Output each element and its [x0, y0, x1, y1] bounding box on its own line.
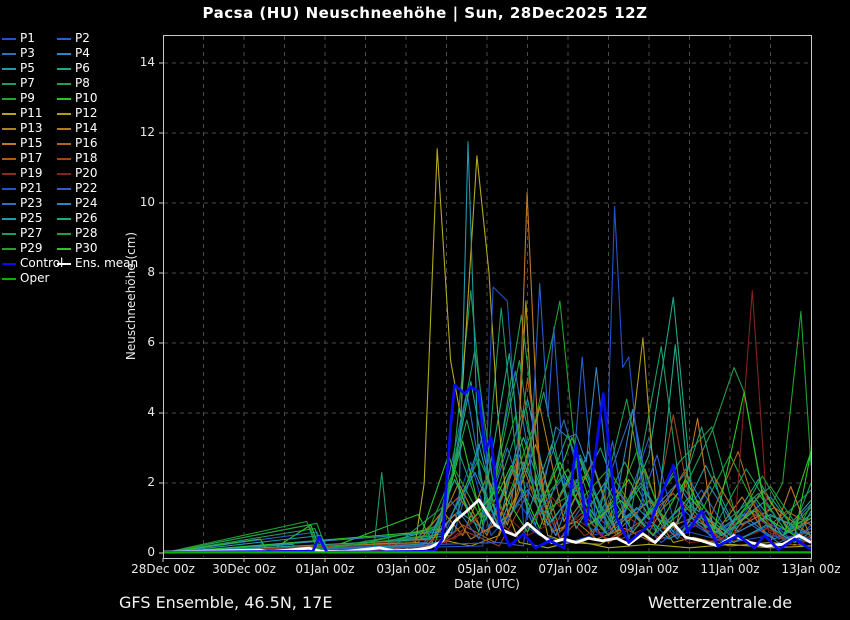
y-tick-14: 14 — [121, 55, 155, 69]
y-tick-4: 4 — [121, 405, 155, 419]
x-tick-13jan-00z: 13Jan 00z — [773, 562, 849, 576]
ensemble-chart-screen: Pacsa (HU) Neuschneehöhe | Sun, 28Dec202… — [0, 0, 850, 620]
x-tick-05jan-00z: 05Jan 00z — [449, 562, 525, 576]
y-tick-12: 12 — [121, 125, 155, 139]
model-info-text: GFS Ensemble, 46.5N, 17E — [119, 593, 332, 612]
y-tick-10: 10 — [121, 195, 155, 209]
y-tick-2: 2 — [121, 475, 155, 489]
x-axis-label: Date (UTC) — [0, 577, 850, 591]
x-tick-11jan-00z: 11Jan 00z — [692, 562, 768, 576]
watermark-text: Wetterzentrale.de — [648, 593, 792, 612]
y-axis-label: Neuschneehöhe (cm) — [124, 232, 138, 360]
x-tick-01jan-00z: 01Jan 00z — [287, 562, 363, 576]
x-tick-09jan-00z: 09Jan 00z — [611, 562, 687, 576]
y-tick-0: 0 — [121, 545, 155, 559]
x-tick-28dec-00z: 28Dec 00z — [125, 562, 201, 576]
x-tick-07jan-00z: 07Jan 00z — [530, 562, 606, 576]
x-tick-30dec-00z: 30Dec 00z — [206, 562, 282, 576]
x-tick-03jan-00z: 03Jan 00z — [368, 562, 444, 576]
